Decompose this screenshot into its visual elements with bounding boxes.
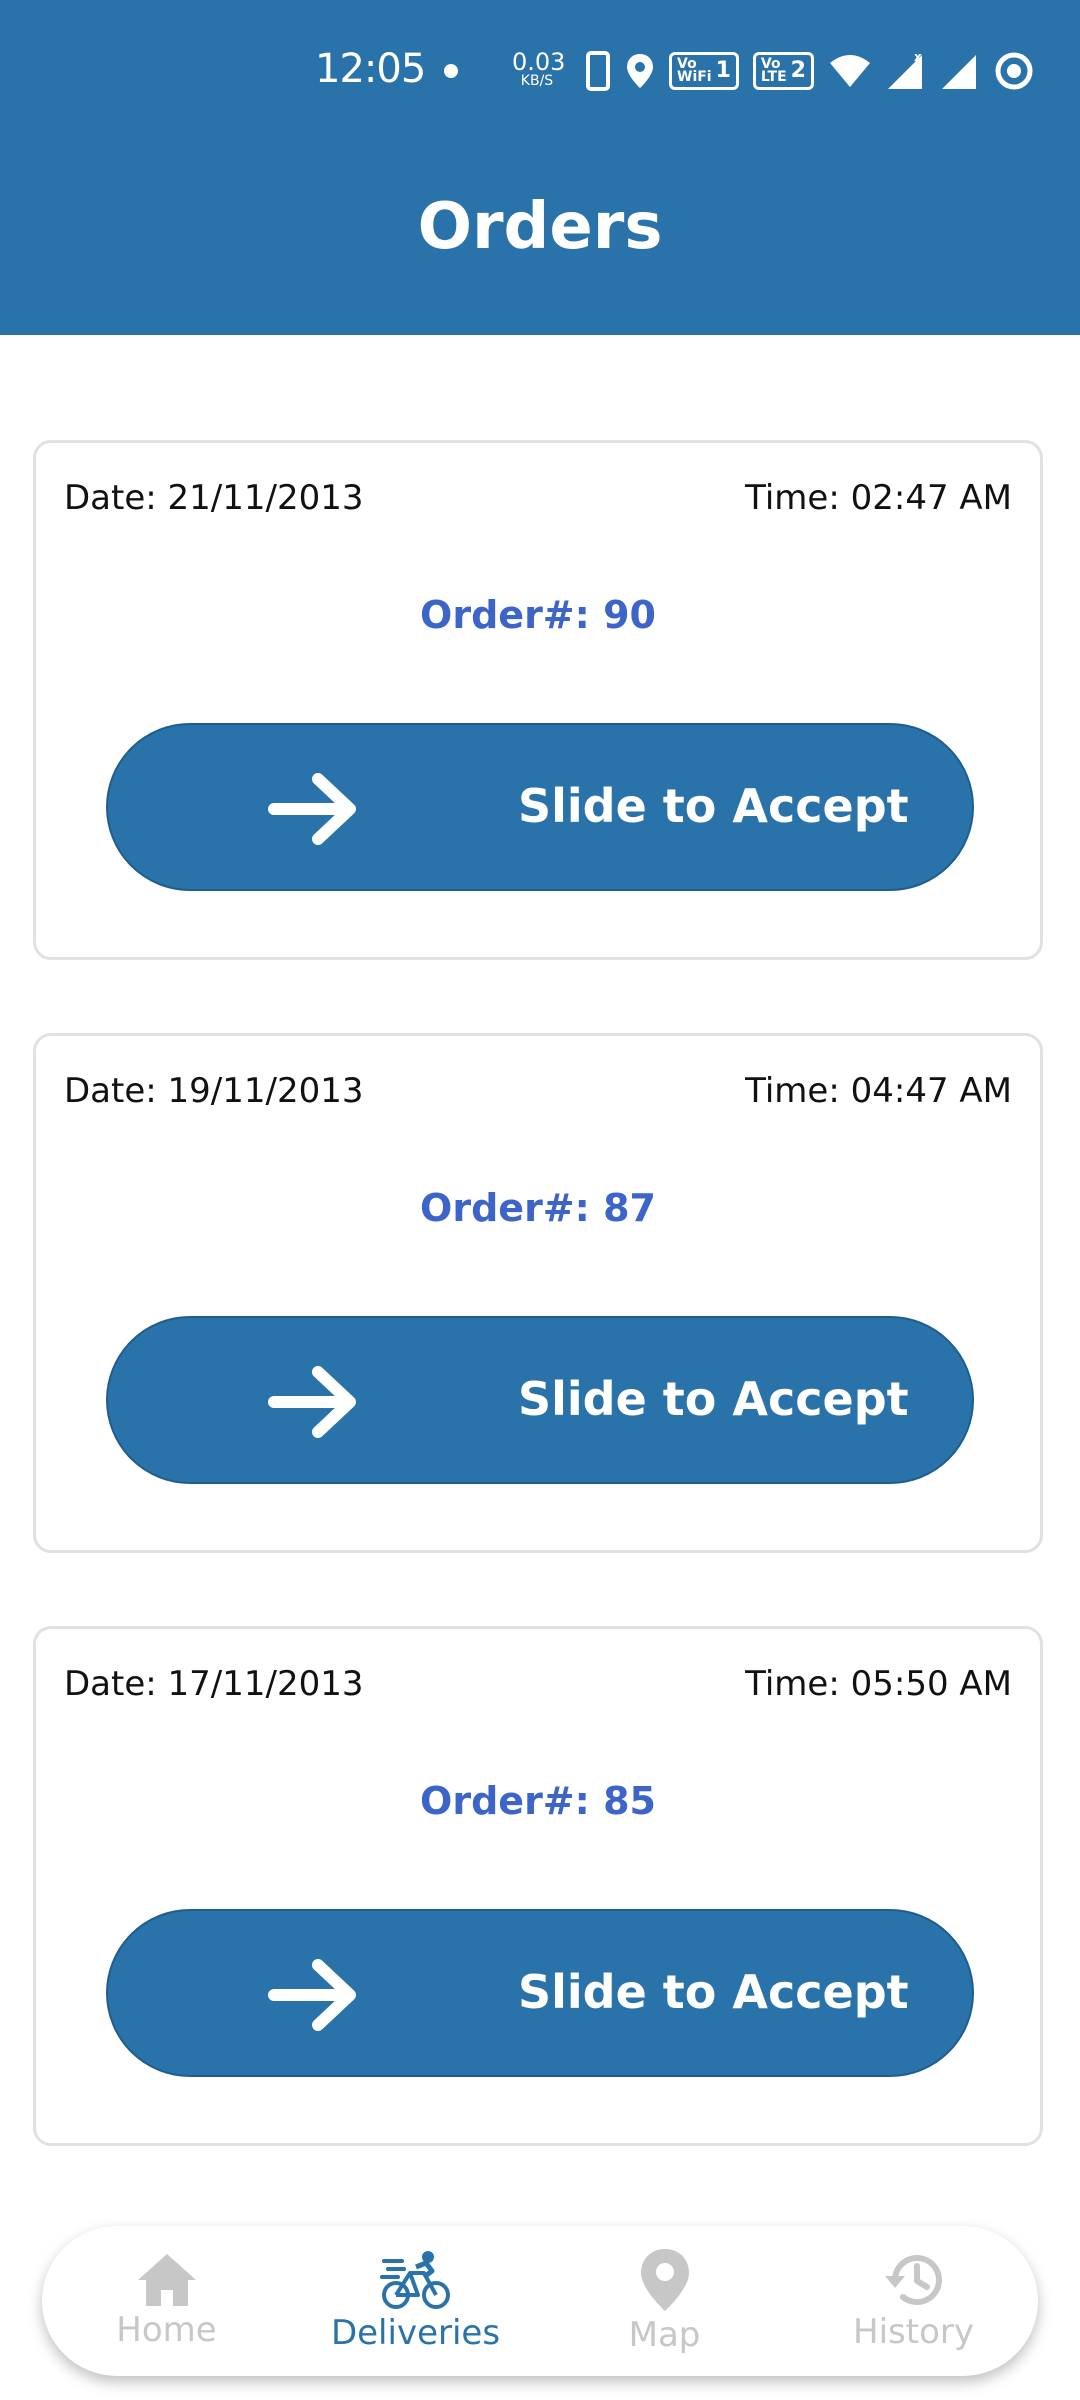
volte-icon: Vo LTE 2 bbox=[752, 52, 814, 90]
slide-to-accept-label: Slide to Accept bbox=[518, 779, 909, 833]
network-speed-value: 0.03 bbox=[512, 48, 566, 76]
slide-to-accept-button[interactable]: Slide to Accept bbox=[106, 1909, 974, 2077]
network-speed-unit: KB/S bbox=[520, 73, 554, 89]
order-time: Time: 05:50 AM bbox=[745, 1664, 1012, 1704]
bicycle-icon bbox=[379, 2251, 450, 2309]
nav-label-home: Home bbox=[116, 2310, 217, 2350]
page-title: Orders bbox=[417, 190, 663, 264]
nav-item-map[interactable]: Map bbox=[540, 2226, 789, 2376]
history-icon bbox=[884, 2255, 942, 2306]
arrow-right-icon[interactable] bbox=[266, 1947, 362, 2043]
network-speed: 0.03 KB/S bbox=[512, 48, 566, 89]
nav-item-home[interactable]: Home bbox=[42, 2226, 291, 2376]
order-card: Date: 21/11/2013 Time: 02:47 AM Order#: … bbox=[33, 440, 1043, 960]
svg-text:x: x bbox=[914, 51, 922, 64]
order-number: Order#: 85 bbox=[420, 1779, 656, 1823]
nav-label-deliveries: Deliveries bbox=[330, 2313, 501, 2353]
home-icon bbox=[137, 2254, 196, 2306]
vibrate-icon bbox=[586, 51, 610, 91]
sim2-label-bottom: LTE bbox=[760, 69, 787, 85]
arrow-right-icon[interactable] bbox=[266, 761, 362, 857]
notification-dot-icon bbox=[444, 64, 458, 78]
vowifi-icon: Vo WiFi 1 bbox=[669, 52, 739, 90]
order-list: Date: 21/11/2013 Time: 02:47 AM Order#: … bbox=[33, 440, 1047, 2219]
status-time: 12:05 bbox=[315, 46, 426, 92]
order-date: Date: 17/11/2013 bbox=[64, 1664, 364, 1704]
order-time: Time: 04:47 AM bbox=[745, 1071, 1012, 1111]
sim2-number: 2 bbox=[790, 57, 806, 83]
signal-icon: x bbox=[887, 51, 922, 89]
order-card: Date: 17/11/2013 Time: 05:50 AM Order#: … bbox=[33, 1626, 1043, 2146]
order-number: Order#: 87 bbox=[420, 1186, 656, 1230]
slide-to-accept-button[interactable]: Slide to Accept bbox=[106, 1316, 974, 1484]
app-header: 12:05 0.03 KB/S Vo WiFi 1 Vo LTE 2 x Ord… bbox=[0, 0, 1080, 335]
slide-to-accept-label: Slide to Accept bbox=[518, 1372, 909, 1426]
order-time: Time: 02:47 AM bbox=[745, 478, 1012, 518]
status-bar: 12:05 0.03 KB/S Vo WiFi 1 Vo LTE 2 x bbox=[0, 0, 1080, 145]
slide-to-accept-button[interactable]: Slide to Accept bbox=[106, 723, 974, 891]
status-icons: Vo WiFi 1 Vo LTE 2 x bbox=[585, 48, 1034, 94]
nav-item-deliveries[interactable]: Deliveries bbox=[291, 2226, 540, 2376]
sim1-label-bottom: WiFi bbox=[677, 69, 712, 85]
wifi-icon bbox=[829, 55, 870, 87]
nav-label-history: History bbox=[853, 2312, 974, 2352]
signal-icon bbox=[941, 55, 976, 89]
sync-icon bbox=[995, 52, 1033, 90]
location-icon bbox=[627, 54, 653, 88]
sim1-number: 1 bbox=[715, 57, 731, 83]
order-card: Date: 19/11/2013 Time: 04:47 AM Order#: … bbox=[33, 1033, 1043, 1553]
order-number: Order#: 90 bbox=[420, 593, 656, 637]
arrow-right-icon[interactable] bbox=[266, 1354, 362, 1450]
nav-item-history[interactable]: History bbox=[789, 2226, 1038, 2376]
bottom-nav: Home Deliveries Map History bbox=[42, 2226, 1038, 2376]
order-date: Date: 19/11/2013 bbox=[64, 1071, 364, 1111]
nav-label-map: Map bbox=[628, 2315, 701, 2355]
order-date: Date: 21/11/2013 bbox=[64, 478, 364, 518]
slide-to-accept-label: Slide to Accept bbox=[518, 1965, 909, 2019]
map-pin-icon bbox=[640, 2249, 689, 2311]
